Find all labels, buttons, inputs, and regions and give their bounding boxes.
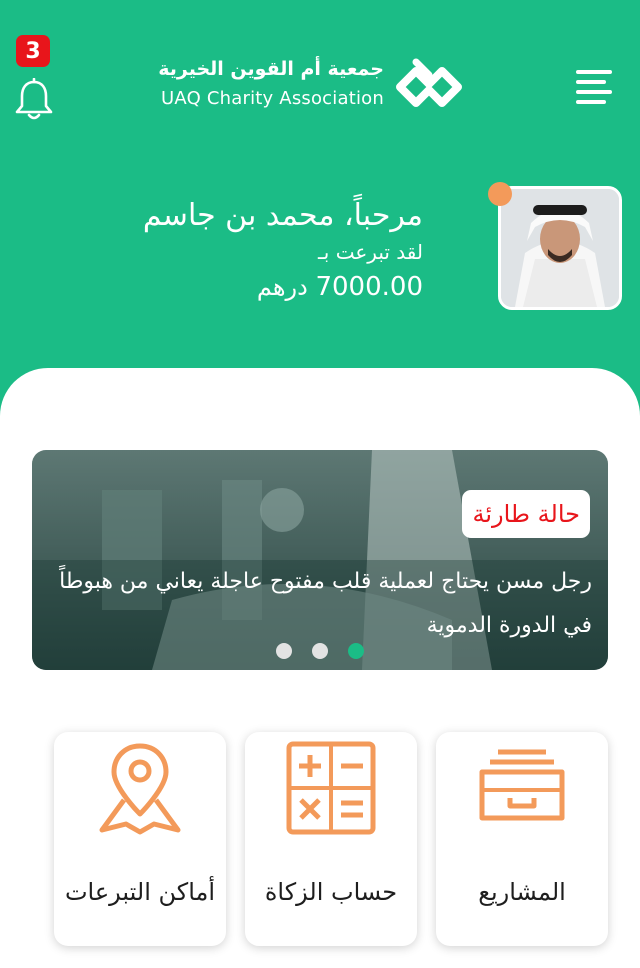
card-label: المشاريع <box>478 878 566 906</box>
carousel-dot[interactable] <box>312 643 328 659</box>
logo-arabic-text: جمعية أم القوين الخيرية <box>158 58 384 80</box>
zakat-calculator-card[interactable]: حساب الزكاة <box>245 732 417 946</box>
bell-icon[interactable] <box>14 78 54 122</box>
donated-label: لقد تبرعت بـ <box>317 240 423 264</box>
carousel-dot[interactable] <box>276 643 292 659</box>
logo-english-text: UAQ Charity Association <box>161 88 384 109</box>
location-pin-map-icon <box>99 743 181 835</box>
card-label: أماكن التبرعات <box>64 878 216 906</box>
archive-drawer-icon <box>479 749 565 821</box>
emergency-banner[interactable]: حالة طارئة رجل مسن يحتاج لعملية قلب مفتو… <box>32 450 608 670</box>
donation-locations-card[interactable]: أماكن التبرعات <box>54 732 226 946</box>
projects-card[interactable]: المشاريع <box>436 732 608 946</box>
carousel-dot-active[interactable] <box>348 643 364 659</box>
banner-description: رجل مسن يحتاج لعملية قلب مفتوح عاجلة يعا… <box>59 569 592 638</box>
notification-badge[interactable]: 3 <box>16 35 50 67</box>
welcome-text: مرحباً، محمد بن جاسم <box>142 198 423 233</box>
carousel-dots <box>276 643 364 659</box>
donation-amount: 7000.00 درهم <box>257 272 423 302</box>
calculator-icon <box>286 741 376 835</box>
user-photo-icon <box>501 189 619 307</box>
donation-amount-currency: درهم <box>256 273 308 301</box>
menu-button[interactable] <box>576 70 612 106</box>
app-logo: جمعية أم القوين الخيرية UAQ Charity Asso… <box>158 54 468 120</box>
logo-mark-icon <box>396 58 462 107</box>
status-dot <box>488 182 512 206</box>
emergency-tag: حالة طارئة <box>462 490 590 538</box>
card-label: حساب الزكاة <box>264 878 398 906</box>
avatar[interactable] <box>498 186 622 310</box>
donation-amount-value: 7000.00 <box>315 272 423 302</box>
